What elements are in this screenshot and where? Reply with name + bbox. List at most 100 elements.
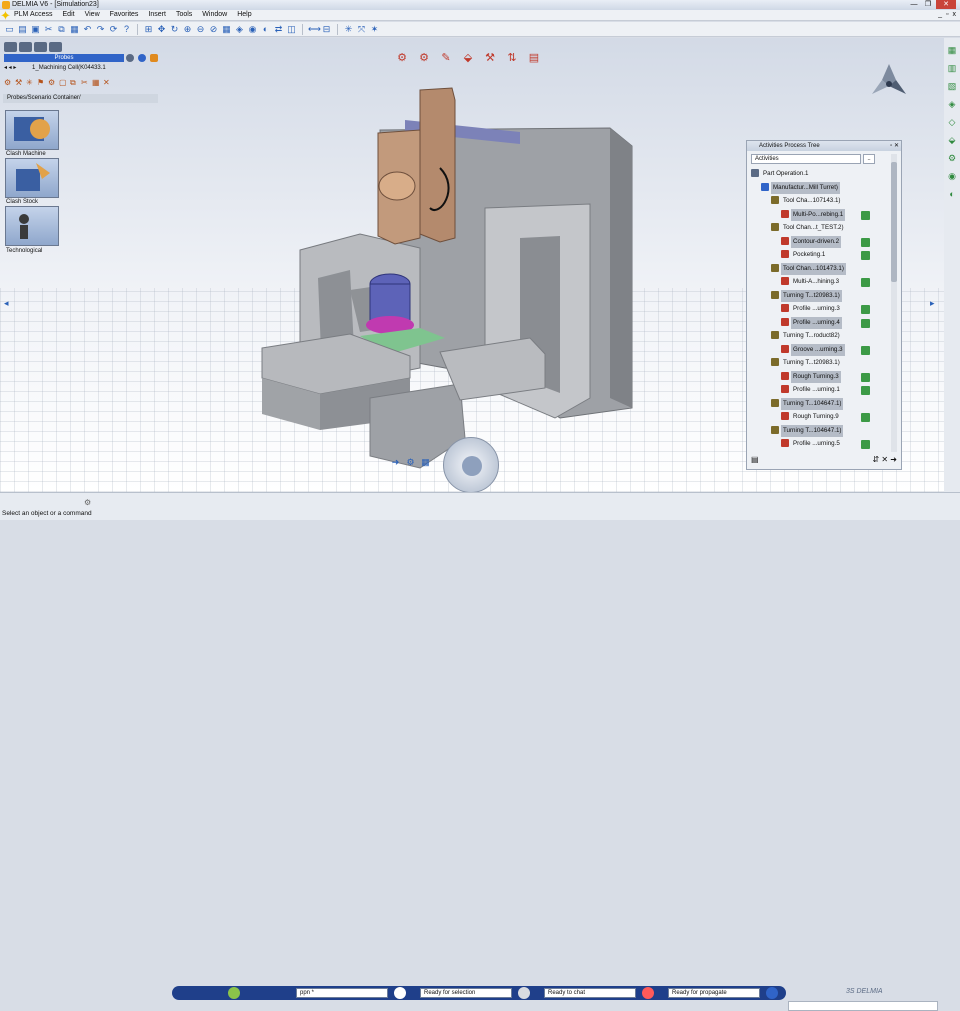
clash-icon[interactable]: ✳: [343, 24, 354, 35]
redo-icon[interactable]: ↷: [95, 24, 106, 35]
tree-row[interactable]: Part Operation.1: [751, 168, 891, 180]
tree-nav-icon[interactable]: ⇵ ✕ ➜: [872, 455, 897, 465]
iso-view-icon[interactable]: ◈: [234, 24, 245, 35]
search-input[interactable]: ppn *: [296, 988, 388, 998]
probe-tool-icon[interactable]: ⚙: [4, 78, 13, 87]
zoom-in-icon[interactable]: ⊕: [182, 24, 193, 35]
right-tool-icon[interactable]: ▥: [946, 62, 958, 74]
grid-icon[interactable]: ▦: [419, 456, 432, 469]
tree-row[interactable]: Profile ...urning.1: [751, 384, 891, 396]
right-tool-icon[interactable]: ▦: [946, 44, 958, 56]
clash-stock-tile[interactable]: [5, 158, 59, 198]
doc-minimize-button[interactable]: _: [938, 11, 942, 18]
doc-close-button[interactable]: x: [953, 11, 957, 18]
compass-icon[interactable]: [868, 62, 910, 102]
compass-logo-icon[interactable]: ✦: [0, 9, 14, 23]
section-title[interactable]: Probes/Scenario Container/: [3, 94, 158, 103]
maximize-button[interactable]: ❐: [922, 0, 934, 9]
minimize-button[interactable]: —: [908, 0, 920, 9]
navigation-dial[interactable]: [443, 437, 499, 493]
tree-row[interactable]: Rough Turning.3: [751, 370, 891, 383]
probes-close-icon[interactable]: [126, 54, 134, 62]
tree-row[interactable]: Turning T...104647.1): [751, 424, 891, 437]
menu-edit[interactable]: Edit: [63, 11, 75, 18]
move-icon[interactable]: ➜: [389, 456, 402, 469]
right-tool-icon[interactable]: ◐: [946, 188, 958, 200]
probes-help-icon[interactable]: [138, 54, 146, 62]
paste-icon[interactable]: ▦: [69, 24, 80, 35]
fit-all-icon[interactable]: ⊞: [143, 24, 154, 35]
probes-settings-icon[interactable]: [150, 54, 158, 62]
propagate-icon[interactable]: [642, 987, 654, 999]
dial-center-icon[interactable]: [462, 456, 482, 476]
distance-icon[interactable]: ⤧: [356, 24, 367, 35]
filter-options-button[interactable]: ..: [863, 154, 875, 164]
new-icon[interactable]: ▭: [4, 24, 15, 35]
save-icon[interactable]: ▣: [30, 24, 41, 35]
probe-tool-icon[interactable]: ▦: [92, 78, 101, 87]
back-icon[interactable]: ◂ ◂ ▸: [4, 65, 16, 71]
tree-row[interactable]: Profile ...urning.3: [751, 303, 891, 315]
globe-icon[interactable]: [766, 987, 778, 999]
tree-row[interactable]: Tool Cha...107143.1): [751, 195, 891, 207]
view-name-field[interactable]: [788, 1001, 938, 1011]
tree-row[interactable]: Pocketing.1: [751, 249, 891, 261]
technological-tile[interactable]: [5, 206, 59, 246]
right-tool-icon[interactable]: ◇: [946, 116, 958, 128]
snapshot-icon[interactable]: ◫: [286, 24, 297, 35]
right-tool-icon[interactable]: ▧: [946, 80, 958, 92]
activities-filter[interactable]: Activities: [751, 154, 861, 164]
probe-tool-icon[interactable]: ⧉: [70, 78, 79, 87]
tree-row[interactable]: Multi-Po...rebing.1: [751, 208, 891, 221]
right-tool-icon[interactable]: ◈: [946, 98, 958, 110]
menu-plm-access[interactable]: PLM Access: [14, 11, 53, 18]
tab-scenario[interactable]: [19, 42, 32, 52]
collab-icon[interactable]: [394, 987, 406, 999]
tree-row[interactable]: Groove ...urning.3: [751, 343, 891, 356]
multi-view-icon[interactable]: ▦: [221, 24, 232, 35]
probe-tool-icon[interactable]: ⚒: [15, 78, 24, 87]
tree-row[interactable]: Tool Chan...t_TEST.2): [751, 222, 891, 234]
probe-tool-icon[interactable]: ✳: [26, 78, 35, 87]
tree-row[interactable]: Contour-driven.2: [751, 235, 891, 248]
shading-icon[interactable]: ◉: [247, 24, 258, 35]
tree-row[interactable]: Turning T...t20983.1): [751, 289, 891, 302]
menu-help[interactable]: Help: [237, 11, 251, 18]
tree-scrollbar[interactable]: [891, 154, 897, 452]
tree-filter-icon[interactable]: ▤: [751, 455, 759, 465]
clash-machine-tile[interactable]: [5, 110, 59, 150]
tree-row[interactable]: Turning T...t20983.1): [751, 357, 891, 369]
pan-icon[interactable]: ✥: [156, 24, 167, 35]
cut-icon[interactable]: ✂: [43, 24, 54, 35]
probe-tool-icon[interactable]: ⚑: [37, 78, 46, 87]
open-icon[interactable]: ▤: [17, 24, 28, 35]
chat-icon[interactable]: [518, 987, 530, 999]
menu-insert[interactable]: Insert: [148, 11, 166, 18]
measure-icon[interactable]: ⟷: [308, 24, 321, 35]
right-tool-icon[interactable]: ⬙: [946, 134, 958, 146]
search-icon[interactable]: [228, 987, 240, 999]
section-icon[interactable]: ⊟: [321, 24, 332, 35]
tab-settings[interactable]: [49, 42, 62, 52]
tree-row[interactable]: Profile ...urning.5: [751, 438, 891, 450]
rotate-icon[interactable]: ↻: [169, 24, 180, 35]
refresh-icon[interactable]: ⟳: [108, 24, 119, 35]
right-tool-icon[interactable]: ◉: [946, 170, 958, 182]
menu-favorites[interactable]: Favorites: [110, 11, 139, 18]
tree-row[interactable]: Rough Turning.9: [751, 411, 891, 423]
menu-tools[interactable]: Tools: [176, 11, 192, 18]
hide-show-icon[interactable]: ◐: [260, 24, 271, 35]
undo-icon[interactable]: ↶: [82, 24, 93, 35]
normal-view-icon[interactable]: ⊘: [208, 24, 219, 35]
probe-tool-icon[interactable]: ▢: [59, 78, 68, 87]
swap-visible-icon[interactable]: ⇄: [273, 24, 284, 35]
tree-row[interactable]: Profile ...urning.4: [751, 316, 891, 329]
probe-tool-icon[interactable]: ⚙: [48, 78, 57, 87]
zoom-out-icon[interactable]: ⊖: [195, 24, 206, 35]
doc-restore-button[interactable]: ▫: [946, 11, 948, 18]
tree-row[interactable]: Tool Chan...101473.1): [751, 262, 891, 275]
right-tool-icon[interactable]: ⚙: [946, 152, 958, 164]
tab-analysis[interactable]: [34, 42, 47, 52]
copy-icon[interactable]: ⧉: [56, 24, 67, 35]
probes-header[interactable]: Probes: [4, 54, 124, 62]
